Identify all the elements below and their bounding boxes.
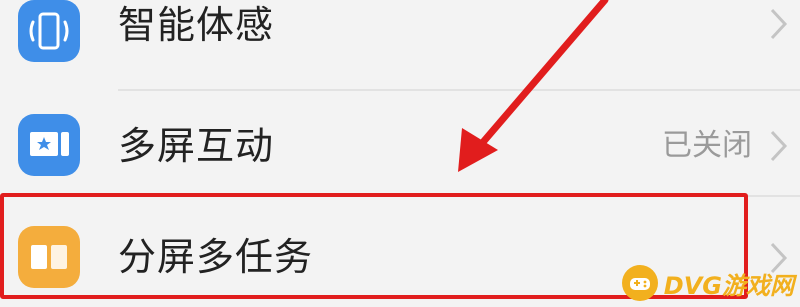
settings-item-smart-motion[interactable]: 智能体感 — [0, 0, 800, 88]
settings-item-label: 多屏互动 — [118, 124, 275, 168]
watermark: DVG游戏网 — [621, 263, 794, 303]
multi-screen-icon — [18, 114, 80, 176]
status-value: 已关闭 — [662, 128, 752, 163]
watermark-text: DVG游戏网 — [663, 271, 794, 300]
chevron-right-icon — [766, 126, 792, 166]
smart-motion-icon — [18, 0, 80, 62]
settings-item-multi-screen[interactable]: 多屏互动 已关闭 — [0, 96, 800, 196]
gamepad-logo-icon — [621, 265, 658, 301]
chevron-right-icon — [766, 4, 792, 44]
settings-item-label: 智能体感 — [118, 3, 275, 47]
divider — [118, 89, 800, 91]
